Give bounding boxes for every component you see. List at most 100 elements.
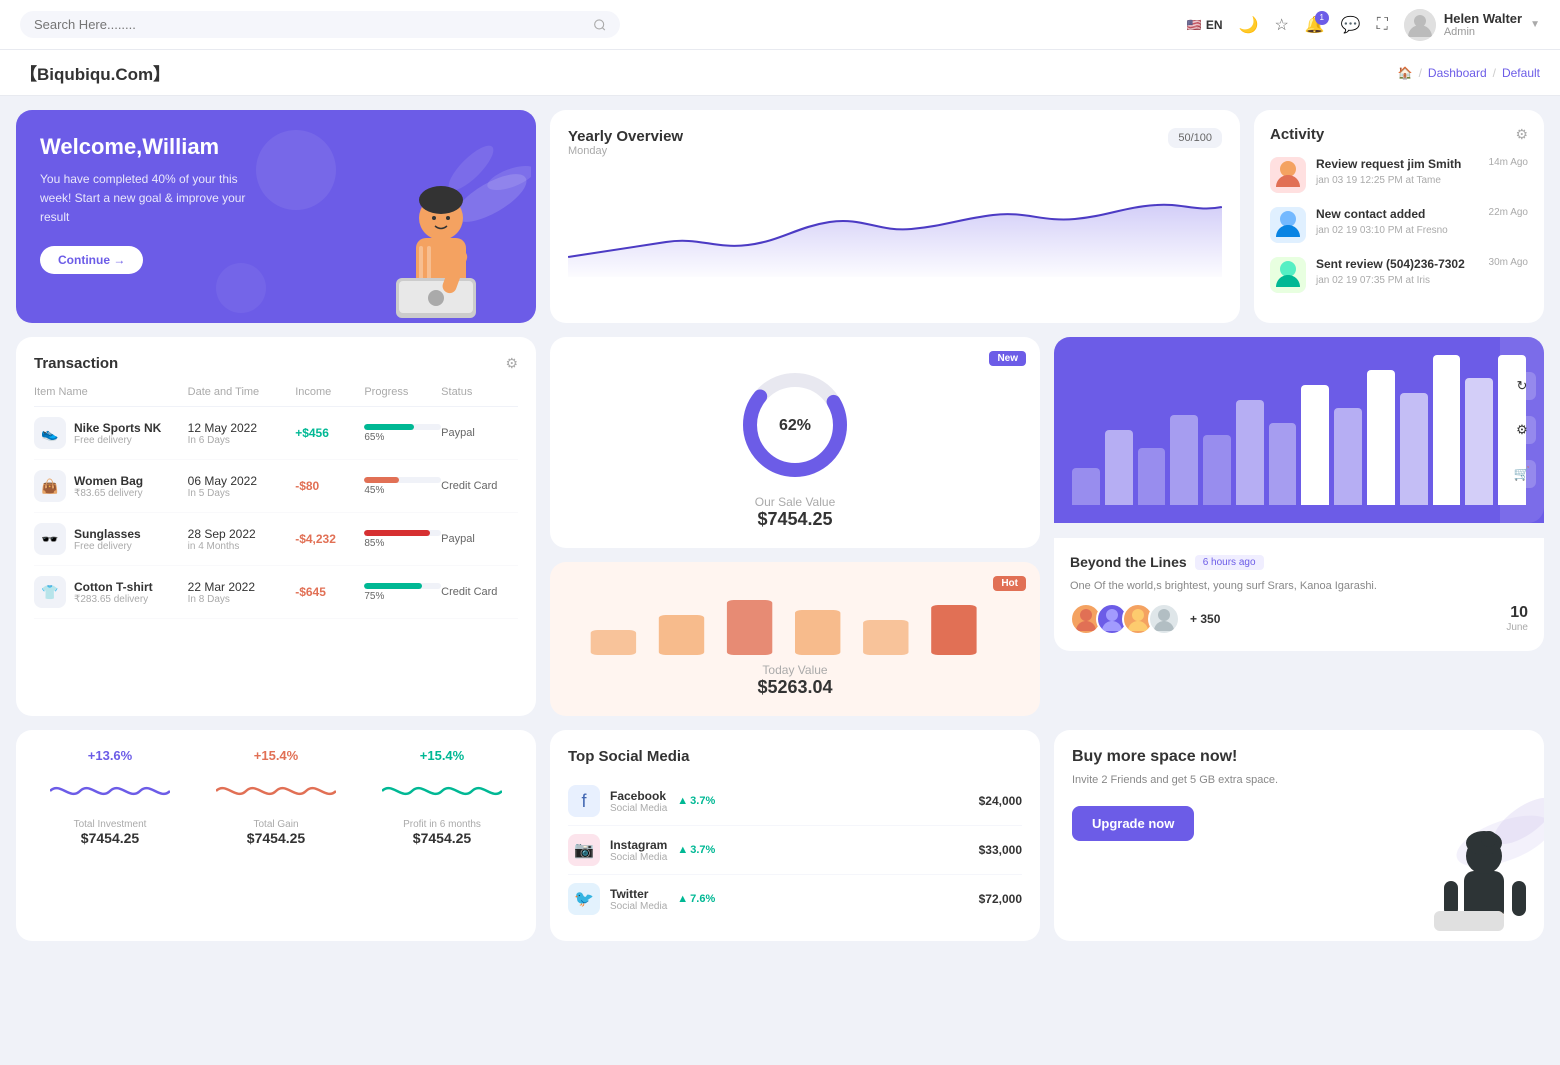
- continue-button[interactable]: Continue →: [40, 246, 143, 274]
- nav-icons: 🇺🇸 EN 🌙 ☆ 🔔 1 💬 ⛶ Helen Walter Admin ▼: [1187, 9, 1540, 41]
- col-status: Status: [441, 386, 518, 398]
- language-selector[interactable]: 🇺🇸 EN: [1187, 18, 1223, 32]
- sale-cards-column: New 62% Our Sale Value $7454.25 Hot: [550, 337, 1040, 716]
- new-badge: New: [989, 351, 1026, 366]
- stat-gain: +15.4% Total Gain $7454.25: [200, 748, 352, 923]
- activity-card: Activity ⚙ Review request jim Smith jan …: [1254, 110, 1544, 323]
- chart-beyond-column: ↻ ⚙ 🛒 Beyond the Lines 6 hours ago One O…: [1054, 337, 1544, 716]
- user-menu[interactable]: Helen Walter Admin ▼: [1404, 9, 1540, 41]
- beyond-title: Beyond the Lines: [1070, 554, 1187, 570]
- table-row: 👕Cotton T-shirt₹283.65 delivery 22 Mar 2…: [34, 566, 518, 619]
- welcome-description: You have completed 40% of your this week…: [40, 170, 270, 228]
- breadcrumb: 🏠 / Dashboard / Default: [1398, 66, 1540, 80]
- avatar-group: [1070, 603, 1174, 635]
- investment-wave: [50, 771, 170, 811]
- user-role-label: Admin: [1444, 26, 1522, 38]
- dark-mode-toggle[interactable]: 🌙: [1239, 15, 1259, 35]
- stats-card: +13.6% Total Investment $7454.25 +15.4% …: [16, 730, 536, 941]
- table-row: 🕶️SunglassesFree delivery 28 Sep 2022in …: [34, 513, 518, 566]
- cart-icon[interactable]: 🛒: [1508, 460, 1536, 488]
- welcome-illustration: [336, 110, 536, 323]
- stat-investment: +13.6% Total Investment $7454.25: [34, 748, 186, 923]
- refresh-icon[interactable]: ↻: [1508, 372, 1536, 400]
- yearly-chart: [568, 177, 1222, 277]
- table-row: 👜Women Bag₹83.65 delivery 06 May 2022In …: [34, 460, 518, 513]
- activity-img-1: [1270, 157, 1306, 193]
- side-icons: ↻ ⚙ 🛒: [1500, 337, 1544, 523]
- transaction-title: Transaction: [34, 355, 118, 372]
- second-row: Transaction ⚙ Item Name Date and Time In…: [0, 337, 1560, 730]
- breadcrumb-dashboard[interactable]: Dashboard: [1428, 66, 1487, 80]
- beyond-description: One Of the world,s brightest, young surf…: [1070, 578, 1528, 595]
- breadcrumb-default: Default: [1502, 66, 1540, 80]
- sale-hot-card: Hot Today Value $5263.04: [550, 562, 1040, 716]
- activity-item-2: New contact added jan 02 19 03:10 PM at …: [1270, 207, 1528, 243]
- notifications-icon[interactable]: 🔔 1: [1305, 15, 1325, 35]
- upgrade-button[interactable]: Upgrade now: [1072, 806, 1194, 841]
- search-icon: [593, 18, 606, 32]
- sale-new-value: $7454.25: [568, 509, 1022, 530]
- activity-settings-icon[interactable]: ⚙: [1515, 126, 1528, 143]
- third-row: +13.6% Total Investment $7454.25 +15.4% …: [0, 730, 1560, 955]
- brand-logo: 【Biqubiqu.Com】: [20, 60, 170, 85]
- favorites-icon[interactable]: ☆: [1274, 15, 1288, 35]
- participant-count: + 350: [1190, 612, 1220, 626]
- social-row-facebook: f Facebook Social Media ▲3.7% $24,000: [568, 777, 1022, 826]
- top-navigation: 🇺🇸 EN 🌙 ☆ 🔔 1 💬 ⛶ Helen Walter Admin ▼: [0, 0, 1560, 50]
- col-item-name: Item Name: [34, 386, 188, 398]
- activity-time-1: 14m Ago: [1489, 157, 1528, 168]
- activity-text-3: Sent review (504)236-7302 jan 02 19 07:3…: [1316, 257, 1475, 286]
- activity-text-2: New contact added jan 02 19 03:10 PM at …: [1316, 207, 1475, 236]
- activity-item-3: Sent review (504)236-7302 jan 02 19 07:3…: [1270, 257, 1528, 293]
- welcome-title: Welcome,William: [40, 134, 280, 160]
- avatar: [1404, 9, 1436, 41]
- col-progress: Progress: [364, 386, 441, 398]
- activity-time-2: 22m Ago: [1489, 207, 1528, 218]
- activity-item-1: Review request jim Smith jan 03 19 12:25…: [1270, 157, 1528, 193]
- home-icon[interactable]: 🏠: [1398, 66, 1413, 80]
- social-row-instagram: 📷 Instagram Social Media ▲3.7% $33,000: [568, 826, 1022, 875]
- gain-wave: [216, 771, 336, 811]
- activity-img-2: [1270, 207, 1306, 243]
- yearly-badge: 50/100: [1168, 128, 1222, 148]
- username-label: Helen Walter: [1444, 11, 1522, 26]
- main-grid: Welcome,William You have completed 40% o…: [0, 96, 1560, 337]
- transaction-settings-icon[interactable]: ⚙: [505, 355, 518, 372]
- beyond-card: Beyond the Lines 6 hours ago One Of the …: [1054, 537, 1544, 651]
- chevron-down-icon: ▼: [1530, 19, 1540, 30]
- activity-time-3: 30m Ago: [1489, 257, 1528, 268]
- social-title: Top Social Media: [568, 748, 1022, 765]
- welcome-card: Welcome,William You have completed 40% o…: [16, 110, 536, 323]
- search-input[interactable]: [34, 17, 585, 32]
- donut-chart: 62%: [735, 365, 855, 485]
- activity-text-1: Review request jim Smith jan 03 19 12:25…: [1316, 157, 1475, 186]
- sale-hot-label: Today Value: [568, 663, 1022, 677]
- sale-new-card: New 62% Our Sale Value $7454.25: [550, 337, 1040, 548]
- instagram-icon: 📷: [568, 834, 600, 866]
- sale-hot-value: $5263.04: [568, 677, 1022, 698]
- facebook-icon: f: [568, 785, 600, 817]
- activity-title: Activity: [1270, 126, 1324, 143]
- bar-chart: [1072, 355, 1526, 505]
- col-date: Date and Time: [188, 386, 296, 398]
- social-row-twitter: 🐦 Twitter Social Media ▲7.6% $72,000: [568, 875, 1022, 923]
- fullscreen-icon[interactable]: ⛶: [1377, 16, 1388, 34]
- svg-text:62%: 62%: [779, 417, 811, 434]
- bar-chart-card: ↻ ⚙ 🛒: [1054, 337, 1544, 523]
- upgrade-description: Invite 2 Friends and get 5 GB extra spac…: [1072, 772, 1526, 790]
- transaction-card: Transaction ⚙ Item Name Date and Time In…: [16, 337, 536, 716]
- settings-icon[interactable]: ⚙: [1508, 416, 1536, 444]
- table-header: Item Name Date and Time Income Progress …: [34, 386, 518, 407]
- yearly-title: Yearly Overview: [568, 128, 683, 145]
- beyond-time: 6 hours ago: [1195, 555, 1264, 570]
- messages-icon[interactable]: 💬: [1341, 15, 1361, 35]
- upgrade-title: Buy more space now!: [1072, 748, 1526, 766]
- search-bar[interactable]: [20, 11, 620, 38]
- event-date: 10: [1506, 604, 1528, 622]
- table-row: 👟Nike Sports NKFree delivery 12 May 2022…: [34, 407, 518, 460]
- stat-profit: +15.4% Profit in 6 months $7454.25: [366, 748, 518, 923]
- upgrade-card: Buy more space now! Invite 2 Friends and…: [1054, 730, 1544, 941]
- col-income: Income: [295, 386, 364, 398]
- flag-icon: 🇺🇸: [1187, 18, 1202, 32]
- event-month: June: [1506, 622, 1528, 633]
